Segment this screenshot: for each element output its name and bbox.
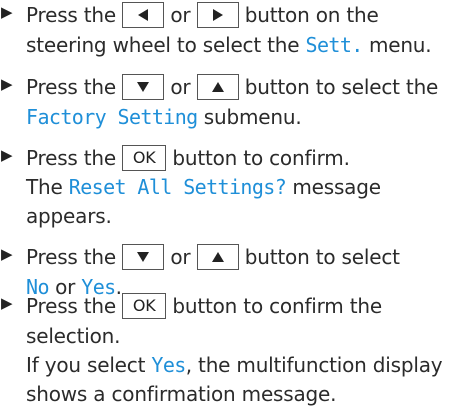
step-5-line-3: If you select Yes, the multifunction dis… [26, 353, 443, 377]
step-text: Press the [26, 245, 117, 269]
step-text: message [292, 175, 381, 199]
step-text: appears. [26, 204, 112, 228]
step-text: Press the [26, 146, 117, 170]
bullet-arrow-icon: ▶ [1, 294, 13, 312]
bullet-arrow-icon: ▶ [1, 75, 13, 93]
menu-name-highlight: Sett. [305, 33, 364, 57]
bullet-arrow-icon: ▶ [1, 3, 13, 21]
step-1-line-2: steering wheel to select the Sett. menu. [26, 33, 432, 57]
step-text: The [26, 175, 63, 199]
up-arrow-button-icon [196, 243, 239, 270]
down-arrow-button-icon [122, 73, 165, 100]
step-text: submenu. [203, 105, 302, 129]
step-5-line-2: selection. [26, 324, 120, 348]
down-arrow-button-icon [122, 243, 165, 270]
step-text: or [170, 75, 191, 99]
step-5-line-1: Press the OK button to confirm the [26, 292, 382, 319]
step-3-line-3: appears. [26, 204, 112, 228]
step-2-line-1: Press the or button to select the [26, 73, 439, 100]
bullet-arrow-icon: ▶ [1, 245, 13, 263]
step-text: steering wheel to select the [26, 33, 300, 57]
step-1-line-1: Press the or button on the [26, 1, 379, 28]
ok-button-icon: OK [122, 292, 167, 319]
step-2-line-2: Factory Setting submenu. [26, 105, 302, 129]
step-text: , the multifunction display [185, 353, 443, 377]
step-text: button on the [244, 3, 379, 27]
right-arrow-button-icon [196, 1, 239, 28]
step-text: selection. [26, 324, 121, 348]
step-text: button to confirm the [172, 294, 382, 318]
ok-button-icon: OK [122, 144, 167, 171]
step-text: or [170, 245, 191, 269]
step-3-line-1: Press the OK button to confirm. [26, 144, 350, 171]
up-arrow-button-icon [196, 73, 239, 100]
option-yes-highlight: Yes [151, 353, 186, 377]
step-4-line-1: Press the or button to select [26, 243, 400, 270]
step-text: Press the [26, 294, 117, 318]
step-text: If you select [26, 353, 146, 377]
step-text: button to confirm. [172, 146, 350, 170]
step-text: menu. [368, 33, 432, 57]
step-text: shows a confirmation message. [26, 382, 337, 406]
step-3-line-2: The Reset All Settings? message [26, 175, 381, 199]
message-highlight: Reset All Settings? [68, 175, 287, 199]
left-arrow-button-icon [122, 1, 165, 28]
step-text: button to select the [244, 75, 439, 99]
step-text: button to select [244, 245, 400, 269]
step-text: Press the [26, 75, 117, 99]
submenu-name-highlight: Factory Setting [26, 105, 198, 129]
bullet-arrow-icon: ▶ [1, 146, 13, 164]
step-5-line-4: shows a confirmation message. [26, 382, 337, 406]
step-text: Press the [26, 3, 117, 27]
step-text: or [170, 3, 191, 27]
